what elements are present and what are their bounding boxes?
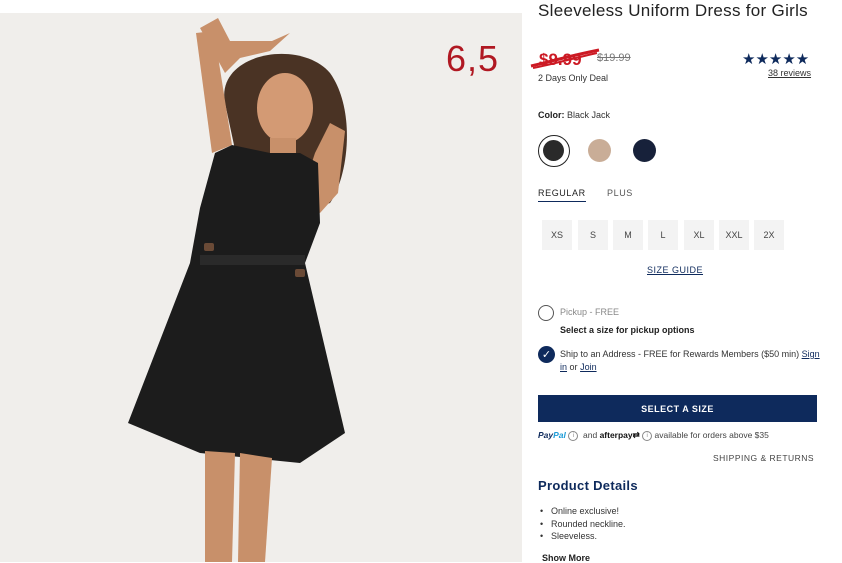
paypal-logo[interactable]: PayPal: [538, 430, 566, 440]
info-icon[interactable]: i: [568, 430, 579, 441]
size-button-l[interactable]: L: [648, 220, 678, 250]
deal-text: 2 Days Only Deal: [538, 73, 609, 83]
shipping-returns-link[interactable]: SHIPPING & RETURNS: [713, 453, 814, 463]
reviews-link[interactable]: 38 reviews: [768, 68, 811, 78]
afterpay-arrows-icon: ⇄: [632, 430, 640, 440]
size-button-s[interactable]: S: [578, 220, 608, 250]
join-link[interactable]: Join: [580, 362, 597, 372]
detail-item: Rounded neckline.: [540, 518, 626, 531]
rating-stars[interactable]: ★★★★★: [742, 50, 809, 68]
size-guide-link[interactable]: SIZE GUIDE: [647, 265, 703, 275]
swatch-tan[interactable]: [588, 139, 611, 162]
size-button-m[interactable]: M: [613, 220, 643, 250]
pickup-radio[interactable]: [538, 305, 554, 321]
size-button-xxl[interactable]: XXL: [719, 220, 749, 250]
product-photo-illustration: [0, 13, 522, 562]
paypal-logo-p1: Pay: [538, 430, 554, 440]
select-size-button[interactable]: SELECT A SIZE: [538, 395, 817, 422]
original-price: $19.99: [597, 52, 631, 64]
product-details-list: Online exclusive! Rounded neckline. Slee…: [540, 505, 626, 543]
detail-item: Sleeveless.: [540, 530, 626, 543]
detail-item: Online exclusive!: [540, 505, 626, 518]
ship-radio-checked[interactable]: ✓: [538, 346, 555, 363]
color-label: Color: Black Jack: [538, 110, 610, 120]
payment-row: PayPal i and afterpay⇄ i available for o…: [538, 430, 769, 441]
annotation-overlay: 6,5: [446, 38, 500, 79]
selected-color-name: Black Jack: [567, 110, 611, 120]
and-text: and: [583, 430, 598, 440]
swatch-black-jack[interactable]: [538, 135, 570, 167]
color-label-prefix: Color:: [538, 110, 565, 120]
size-button-xl[interactable]: XL: [684, 220, 714, 250]
swatch-black-jack-fill: [543, 140, 564, 161]
payment-note: available for orders above $35: [654, 430, 769, 440]
or-text: or: [569, 362, 578, 372]
info-icon[interactable]: i: [642, 430, 653, 441]
size-button-xs[interactable]: XS: [542, 220, 572, 250]
product-title: Sleeveless Uniform Dress for Girls: [538, 1, 808, 20]
paypal-logo-p2: Pal: [553, 430, 566, 440]
swatch-navy[interactable]: [633, 139, 656, 162]
pickup-note: Select a size for pickup options: [560, 325, 695, 335]
size-button-2x[interactable]: 2X: [754, 220, 784, 250]
check-icon: ✓: [541, 349, 552, 361]
price-strikethrough-scribble: [530, 48, 600, 69]
tab-regular[interactable]: REGULAR: [538, 188, 586, 202]
afterpay-logo[interactable]: afterpay: [600, 430, 633, 440]
product-details-title[interactable]: Product Details: [538, 478, 638, 493]
ship-label: Ship to an Address - FREE for Rewards Me…: [560, 348, 820, 374]
pickup-label: Pickup - FREE: [560, 307, 620, 317]
product-image[interactable]: [0, 13, 522, 562]
ship-text: Ship to an Address - FREE for Rewards Me…: [560, 349, 800, 359]
tab-plus[interactable]: PLUS: [607, 188, 633, 198]
